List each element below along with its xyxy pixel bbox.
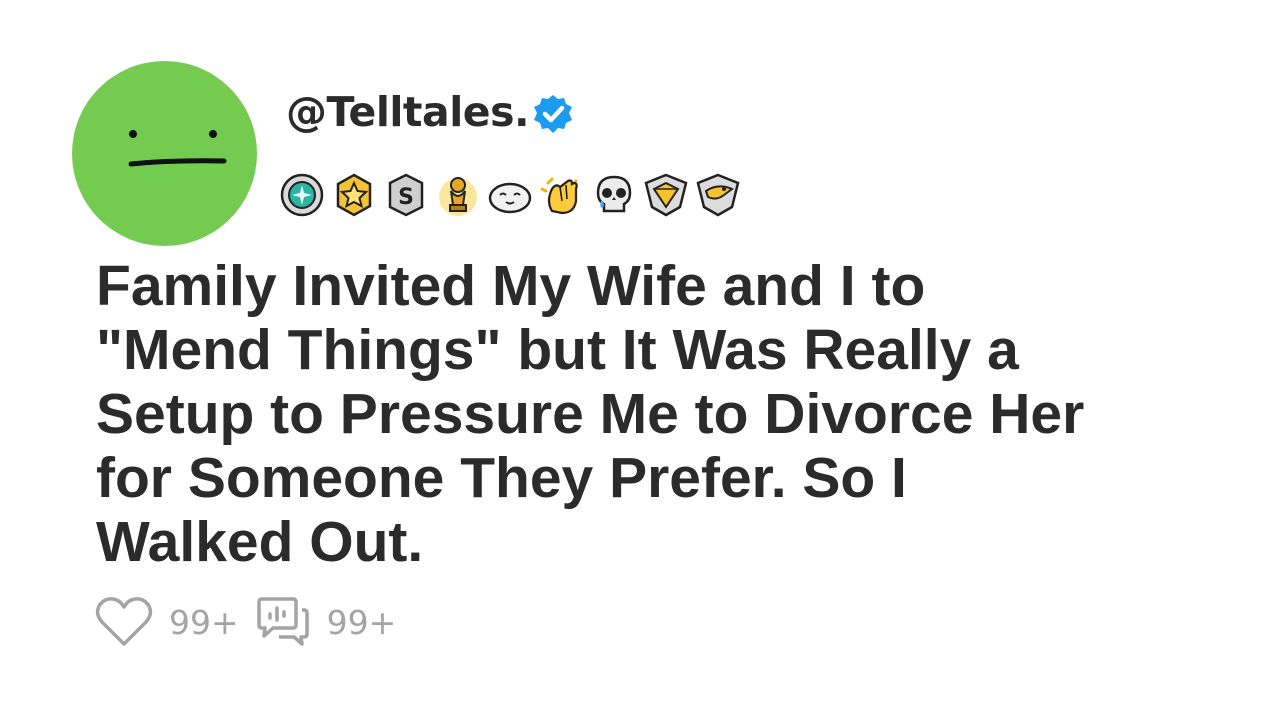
username[interactable]: @Telltales. — [286, 88, 530, 136]
post-title-line: Walked Out. — [96, 510, 424, 574]
heart-icon[interactable] — [95, 596, 153, 648]
clapping-hands-icon[interactable] — [538, 171, 586, 219]
username-row: @Telltales. — [286, 84, 575, 140]
post-title-line: Family Invited My Wife and I to — [96, 254, 926, 318]
avatar[interactable] — [72, 61, 257, 246]
award-badges: S — [278, 170, 746, 220]
like-count: 99+ — [169, 602, 239, 642]
bird-shield-icon[interactable] — [694, 171, 742, 219]
svg-text:S: S — [398, 185, 414, 210]
sleeping-seal-icon[interactable] — [486, 171, 534, 219]
gold-trophy-icon[interactable] — [434, 171, 482, 219]
comment-icon[interactable] — [255, 596, 311, 648]
post-title-line: for Someone They Prefer. So I — [96, 446, 907, 510]
gold-star-medal-icon[interactable] — [330, 171, 378, 219]
gold-diamond-shield-icon[interactable] — [642, 171, 690, 219]
post-stats: 99+ 99+ — [95, 594, 412, 650]
post-title-line: "Mend Things" but It Was Really a — [96, 318, 1019, 382]
teal-gem-medal-icon[interactable] — [278, 171, 326, 219]
silver-s-medal-icon[interactable]: S — [382, 171, 430, 219]
comment-count: 99+ — [326, 602, 397, 642]
post-title: Family Invited My Wife and I to "Mend Th… — [96, 254, 1236, 574]
post-title-line: Setup to Pressure Me to Divorce Her — [96, 382, 1085, 446]
verified-check-icon — [534, 95, 573, 133]
neutral-face-icon — [128, 130, 227, 167]
skull-tear-icon[interactable] — [590, 171, 638, 219]
